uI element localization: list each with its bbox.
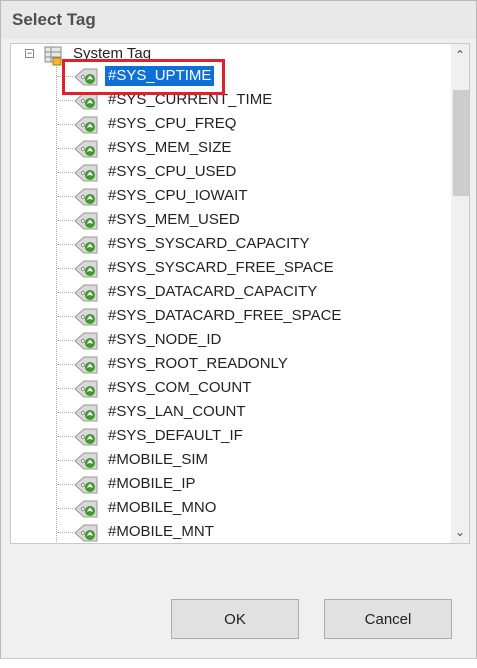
tree-item-label: #SYS_LAN_COUNT bbox=[108, 403, 246, 420]
tag-icon bbox=[71, 354, 101, 376]
tree-root-system-tag[interactable]: − System Tag bbox=[11, 44, 451, 66]
tag-icon bbox=[71, 330, 101, 352]
tag-icon bbox=[71, 474, 101, 496]
tag-icon bbox=[71, 66, 101, 88]
dialog-titlebar: Select Tag bbox=[1, 1, 476, 39]
tree-item[interactable]: #SYS_CPU_FREQ bbox=[11, 112, 451, 136]
tree-item[interactable]: #SYS_CPU_IOWAIT bbox=[11, 184, 451, 208]
tag-tree[interactable]: − System Tag #SYS_UPTIME #SYS_CURRENT_TIM… bbox=[10, 43, 470, 544]
tag-icon bbox=[71, 306, 101, 328]
tree-item[interactable]: #SYS_COM_COUNT bbox=[11, 376, 451, 400]
tag-icon bbox=[71, 450, 101, 472]
cancel-button[interactable]: Cancel bbox=[324, 599, 452, 639]
tag-icon bbox=[71, 426, 101, 448]
tag-icon bbox=[71, 498, 101, 520]
tree-item-label: #SYS_DEFAULT_IF bbox=[108, 427, 243, 444]
tag-icon bbox=[71, 210, 101, 232]
chevron-up-icon[interactable]: ⌃ bbox=[451, 46, 469, 64]
tree-item-label: #SYS_CPU_IOWAIT bbox=[108, 187, 248, 204]
tree-item-label: #SYS_DATACARD_FREE_SPACE bbox=[108, 307, 342, 324]
tree-item[interactable]: #MOBILE_SIM bbox=[11, 448, 451, 472]
tree-item[interactable]: #SYS_DEFAULT_IF bbox=[11, 424, 451, 448]
tree-vertical-scrollbar[interactable]: ⌃ ⌄ bbox=[451, 44, 469, 543]
tree-item[interactable]: #SYS_MEM_USED bbox=[11, 208, 451, 232]
tree-item-label: #MOBILE_SIM bbox=[108, 451, 209, 468]
tree-item-label: #MOBILE_MNO bbox=[108, 499, 217, 516]
tree-item-label: #SYS_SYSCARD_FREE_SPACE bbox=[108, 259, 334, 276]
tag-icon bbox=[71, 258, 101, 280]
tag-icon bbox=[71, 402, 101, 424]
tree-item[interactable]: #SYS_SYSCARD_CAPACITY bbox=[11, 232, 451, 256]
scrollbar-thumb[interactable] bbox=[453, 90, 469, 196]
tree-item-label: #SYS_MEM_USED bbox=[108, 211, 240, 228]
tree-item-label: #SYS_UPTIME bbox=[105, 66, 215, 86]
select-tag-dialog: Select Tag − System Tag #SYS_UPTIME #SYS_… bbox=[0, 0, 477, 659]
tree-item[interactable]: #SYS_UPTIME bbox=[11, 64, 451, 88]
tree-item[interactable]: #MOBILE_MNO bbox=[11, 496, 451, 520]
tag-icon bbox=[71, 522, 101, 543]
tag-icon bbox=[71, 114, 101, 136]
chevron-down-icon[interactable]: ⌄ bbox=[451, 523, 469, 541]
tree-item[interactable]: #SYS_SYSCARD_FREE_SPACE bbox=[11, 256, 451, 280]
tree-item[interactable]: #SYS_ROOT_READONLY bbox=[11, 352, 451, 376]
tag-icon bbox=[71, 138, 101, 160]
tree-item-label: #SYS_CPU_USED bbox=[108, 163, 237, 180]
tree-item-label: #SYS_ROOT_READONLY bbox=[108, 355, 288, 372]
tag-icon bbox=[71, 378, 101, 400]
tree-item-label: #SYS_CURRENT_TIME bbox=[108, 91, 273, 108]
collapse-minus-icon[interactable]: − bbox=[25, 49, 34, 58]
tag-icon bbox=[71, 234, 101, 256]
tree-item[interactable]: #SYS_DATACARD_CAPACITY bbox=[11, 280, 451, 304]
tree-item[interactable]: #MOBILE_MNT bbox=[11, 520, 451, 543]
tree-item[interactable]: #SYS_MEM_SIZE bbox=[11, 136, 451, 160]
tree-item-label: #SYS_COM_COUNT bbox=[108, 379, 252, 396]
tree-item-label: #SYS_SYSCARD_CAPACITY bbox=[108, 235, 310, 252]
tree-item[interactable]: #SYS_NODE_ID bbox=[11, 328, 451, 352]
tag-icon bbox=[71, 282, 101, 304]
tag-icon bbox=[71, 90, 101, 112]
ok-button[interactable]: OK bbox=[171, 599, 299, 639]
tree-item-label: #SYS_DATACARD_CAPACITY bbox=[108, 283, 318, 300]
tree-root-label: System Tag bbox=[73, 45, 152, 62]
tree-item[interactable]: #SYS_DATACARD_FREE_SPACE bbox=[11, 304, 451, 328]
tree-item-label: #SYS_MEM_SIZE bbox=[108, 139, 232, 156]
database-tag-icon bbox=[44, 46, 62, 66]
tree-item-label: #MOBILE_IP bbox=[108, 475, 196, 492]
tree-item[interactable]: #SYS_CURRENT_TIME bbox=[11, 88, 451, 112]
tree-item[interactable]: #SYS_LAN_COUNT bbox=[11, 400, 451, 424]
tree-item-label: #MOBILE_MNT bbox=[108, 523, 214, 540]
tree-item-label: #SYS_NODE_ID bbox=[108, 331, 222, 348]
dialog-title: Select Tag bbox=[12, 10, 96, 29]
tag-icon bbox=[71, 162, 101, 184]
tag-icon bbox=[71, 186, 101, 208]
tree-item[interactable]: #SYS_CPU_USED bbox=[11, 160, 451, 184]
tree-item-label: #SYS_CPU_FREQ bbox=[108, 115, 237, 132]
tree-item[interactable]: #MOBILE_IP bbox=[11, 472, 451, 496]
